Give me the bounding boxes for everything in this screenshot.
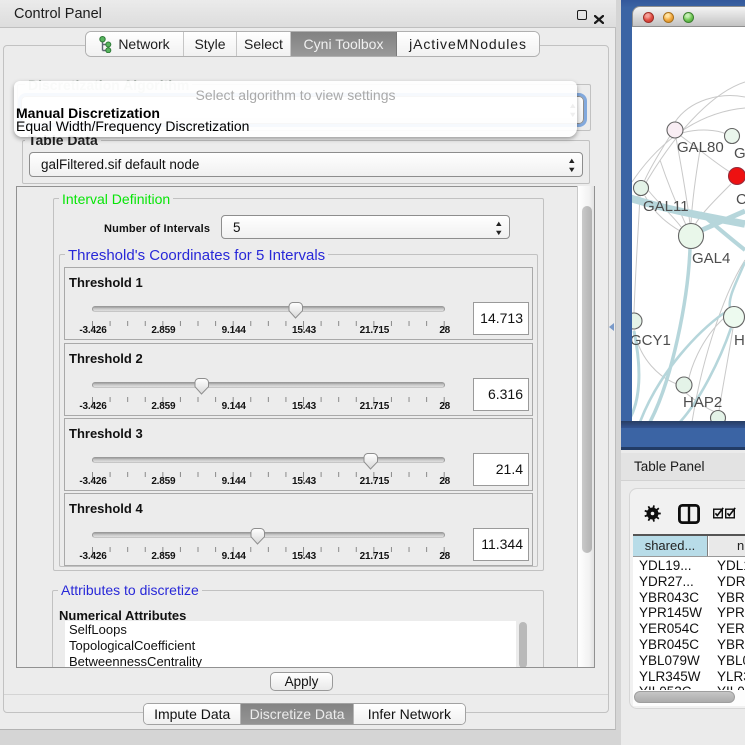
svg-text:C: C [736, 191, 745, 208]
svg-text:GCY1: GCY1 [632, 332, 671, 349]
svg-text:H: H [734, 332, 745, 349]
svg-text:GAL80: GAL80 [677, 139, 724, 156]
svg-text:GAL11: GAL11 [643, 198, 689, 215]
svg-text:GAL4: GAL4 [692, 250, 730, 267]
svg-text:GA: GA [734, 145, 745, 162]
svg-text:HAP2: HAP2 [683, 394, 722, 411]
